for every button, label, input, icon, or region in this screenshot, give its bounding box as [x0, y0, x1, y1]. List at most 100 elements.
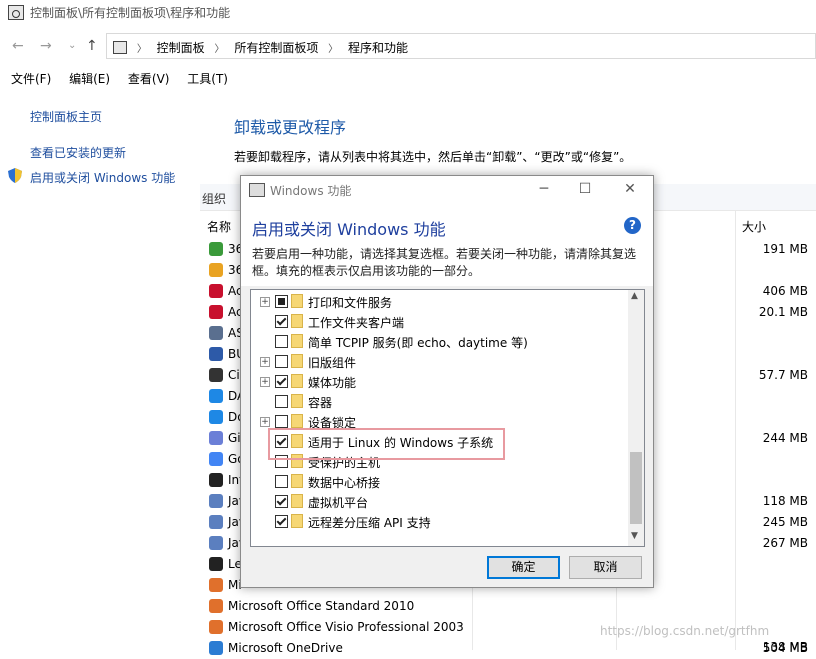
- close-icon[interactable]: ✕: [617, 179, 643, 199]
- column-header-name[interactable]: 名称: [207, 218, 231, 235]
- folder-icon: [291, 414, 303, 428]
- recent-dropdown-icon[interactable]: ⌄: [68, 37, 76, 55]
- program-icon: [209, 557, 223, 571]
- folder-icon: [291, 354, 303, 368]
- program-size: 244 MB: [762, 431, 808, 445]
- program-size: 406 MB: [762, 284, 808, 298]
- tree-scrollbar[interactable]: ▲ ▼: [628, 290, 644, 546]
- ok-button[interactable]: 确定: [487, 556, 560, 579]
- feature-checkbox[interactable]: [275, 335, 288, 348]
- program-icon: [209, 305, 223, 319]
- folder-icon: [291, 494, 303, 508]
- breadcrumb-item[interactable]: 所有控制面板项: [234, 41, 318, 55]
- help-icon[interactable]: ?: [624, 217, 641, 234]
- folder-icon: [291, 334, 303, 348]
- program-icon: [209, 284, 223, 298]
- program-icon: [209, 326, 223, 340]
- expand-icon[interactable]: +: [260, 377, 270, 387]
- program-size: 191 MB: [762, 242, 808, 256]
- page-title: 卸载或更改程序: [234, 118, 347, 137]
- program-size: 20.1 MB: [758, 305, 808, 319]
- breadcrumb-item[interactable]: 程序和功能: [348, 41, 408, 55]
- window-title: 控制面板\所有控制面板项\程序和功能: [30, 6, 231, 20]
- table-row[interactable]: Microsoft OneDrive 504 MB: [207, 638, 816, 659]
- minimize-icon[interactable]: ─: [531, 179, 557, 199]
- feature-item[interactable]: 远程差分压缩 API 支持: [251, 512, 626, 532]
- expand-icon[interactable]: +: [260, 357, 270, 367]
- breadcrumb-item[interactable]: 控制面板: [157, 41, 205, 55]
- scrollbar-thumb[interactable]: [630, 452, 642, 524]
- program-icon: [209, 389, 223, 403]
- program-name: Gi: [228, 431, 241, 445]
- feature-label: 打印和文件服务: [308, 296, 393, 310]
- folder-icon: [291, 294, 303, 308]
- windows-features-link[interactable]: 启用或关闭 Windows 功能: [30, 169, 175, 186]
- feature-label: 数据中心桥接: [308, 476, 381, 490]
- program-size: 245 MB: [762, 515, 808, 529]
- feature-checkbox[interactable]: [275, 515, 288, 528]
- breadcrumb: 〉 控制面板 〉 所有控制面板项 〉 程序和功能: [113, 39, 414, 56]
- feature-checkbox[interactable]: [275, 475, 288, 488]
- program-icon: [209, 641, 223, 655]
- breadcrumb-separator-icon[interactable]: 〉: [328, 44, 338, 55]
- feature-label: 虚拟机平台: [308, 496, 369, 510]
- feature-label: 容器: [308, 396, 333, 410]
- folder-icon: [291, 474, 303, 488]
- breadcrumb-separator-icon[interactable]: 〉: [215, 44, 225, 55]
- folder-icon: [291, 314, 303, 328]
- feature-item[interactable]: 虚拟机平台: [251, 492, 626, 512]
- up-arrow-icon[interactable]: ↑: [86, 37, 98, 55]
- program-icon: [209, 494, 223, 508]
- menu-view[interactable]: 查看(V): [128, 72, 170, 86]
- windows-features-dialog: Windows 功能 ─ ☐ ✕ 启用或关闭 Windows 功能 ? 若要启用…: [240, 175, 654, 588]
- feature-label: 媒体功能: [308, 376, 357, 390]
- scroll-down-icon[interactable]: ▼: [631, 531, 638, 541]
- program-size: 267 MB: [762, 536, 808, 550]
- breadcrumb-separator-icon: 〉: [136, 44, 147, 55]
- folder-icon: [291, 394, 303, 408]
- highlight-box: [268, 428, 505, 460]
- feature-item[interactable]: 数据中心桥接: [251, 472, 626, 492]
- feature-checkbox[interactable]: [275, 395, 288, 408]
- menu-tools[interactable]: 工具(T): [187, 72, 228, 86]
- control-panel-icon: [113, 41, 127, 54]
- maximize-icon[interactable]: ☐: [572, 179, 598, 199]
- program-icon: [209, 431, 223, 445]
- feature-item[interactable]: 工作文件夹客户端: [251, 312, 626, 332]
- menu-file[interactable]: 文件(F): [11, 72, 51, 86]
- feature-item[interactable]: + 媒体功能: [251, 372, 626, 392]
- feature-checkbox[interactable]: [275, 495, 288, 508]
- cancel-button[interactable]: 取消: [569, 556, 642, 579]
- table-row[interactable]: Microsoft Office Standard 2010: [207, 596, 816, 617]
- scroll-up-icon[interactable]: ▲: [631, 291, 638, 301]
- expand-icon[interactable]: +: [260, 297, 270, 307]
- program-name: Microsoft OneDrive: [228, 641, 343, 655]
- feature-checkbox[interactable]: [275, 295, 288, 308]
- feature-checkbox[interactable]: [275, 355, 288, 368]
- installed-updates-link[interactable]: 查看已安装的更新: [30, 144, 126, 161]
- feature-checkbox[interactable]: [275, 315, 288, 328]
- program-name: Microsoft Office Standard 2010: [228, 599, 415, 613]
- feature-checkbox[interactable]: [275, 375, 288, 388]
- feature-checkbox[interactable]: [275, 415, 288, 428]
- feature-item[interactable]: + 旧版组件: [251, 352, 626, 372]
- menu-edit[interactable]: 编辑(E): [69, 72, 110, 86]
- program-icon: [209, 578, 223, 592]
- forward-arrow-icon[interactable]: →: [40, 37, 52, 55]
- menu-bar: 文件(F) 编辑(E) 查看(V) 工具(T): [0, 70, 816, 92]
- back-arrow-icon[interactable]: ←: [12, 37, 24, 55]
- feature-item[interactable]: + 打印和文件服务: [251, 292, 626, 312]
- program-icon: [209, 347, 223, 361]
- watermark: https://blog.csdn.net/grtfhm: [600, 624, 770, 638]
- program-icon: [209, 515, 223, 529]
- program-icon: [209, 452, 223, 466]
- program-icon: [209, 368, 223, 382]
- expand-icon[interactable]: +: [260, 417, 270, 427]
- feature-item[interactable]: 容器: [251, 392, 626, 412]
- address-bar[interactable]: 〉 控制面板 〉 所有控制面板项 〉 程序和功能: [106, 33, 816, 59]
- feature-item[interactable]: 简单 TCPIP 服务(即 echo、daytime 等): [251, 332, 626, 352]
- column-header-size[interactable]: 大小: [742, 218, 766, 235]
- organize-button[interactable]: 组织: [202, 190, 226, 207]
- control-panel-home-link[interactable]: 控制面板主页: [30, 108, 102, 125]
- feature-label: 旧版组件: [308, 356, 357, 370]
